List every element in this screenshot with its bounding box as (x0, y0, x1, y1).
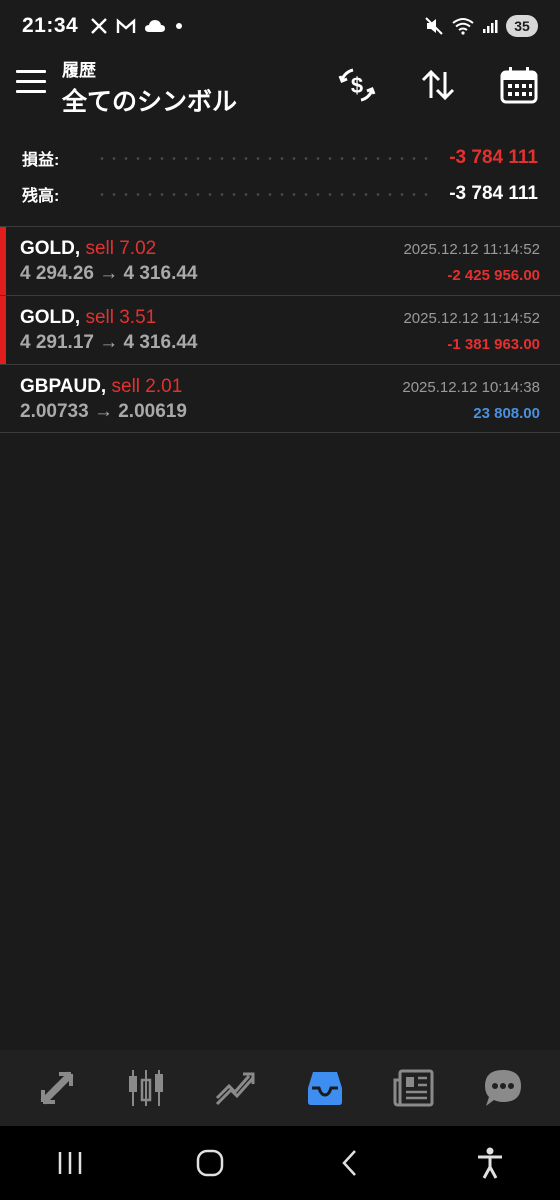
divider (0, 432, 560, 433)
nav-trade[interactable] (205, 1060, 265, 1116)
deal-row[interactable]: GOLD, sell 7.02 4 294.26 → 4 316.44 2025… (0, 227, 560, 295)
profit-label: 損益: (22, 152, 60, 169)
status-notification-icons (90, 17, 184, 35)
deal-loss-marker (0, 227, 6, 295)
deal-time: 2025.12.12 11:14:52 (403, 241, 540, 258)
accessibility-icon (478, 1147, 502, 1179)
deal-prices: 4 294.26 → 4 316.44 (20, 263, 198, 284)
back-button[interactable] (320, 1133, 380, 1193)
dotted-leader (96, 156, 434, 160)
system-nav-bar (0, 1126, 560, 1200)
recent-apps-icon (58, 1152, 82, 1174)
currency-exchange-button[interactable]: $ (336, 64, 378, 106)
menu-icon (16, 70, 46, 73)
page-title-small: 履歴 (62, 61, 96, 80)
battery-indicator: 35 (506, 15, 538, 37)
home-icon (196, 1149, 224, 1177)
deal-profit: -1 381 963.00 (447, 336, 540, 353)
deal-prices: 2.00733 → 2.00619 (20, 401, 187, 422)
summary-balance-row: 残高: -3 784 111 (22, 179, 538, 209)
app-bar: 履歴 全てのシンボル $ (0, 52, 560, 132)
deal-time: 2025.12.12 11:14:52 (403, 310, 540, 327)
nav-chat[interactable] (473, 1060, 533, 1116)
chart-icon (128, 1070, 163, 1106)
news-icon (393, 1069, 434, 1107)
deal-prices: 4 291.17 → 4 316.44 (20, 332, 198, 353)
dotted-leader (96, 192, 434, 196)
deal-profit: 23 808.00 (473, 405, 540, 422)
quotes-icon (40, 1071, 74, 1105)
signal-icon (483, 20, 498, 33)
deal-symbol: GBPAUD, sell 2.01 (20, 376, 183, 397)
dot-icon (176, 23, 183, 29)
mute-icon (425, 17, 443, 35)
status-bar: 21:34 35 (0, 0, 560, 52)
sort-icon (421, 69, 455, 101)
page-title[interactable]: 全てのシンボル (62, 82, 237, 118)
deal-profit: -2 425 956.00 (447, 267, 540, 284)
history-icon (307, 1072, 342, 1105)
deal-time: 2025.12.12 10:14:38 (402, 379, 540, 396)
summary-profit-row: 損益: -3 784 111 (22, 143, 538, 173)
sort-button[interactable] (417, 64, 459, 106)
deal-symbol: GOLD, sell 7.02 (20, 238, 157, 259)
balance-value: -3 784 111 (449, 183, 538, 204)
nav-history[interactable] (295, 1060, 355, 1116)
home-button[interactable] (180, 1133, 240, 1193)
nav-news[interactable] (384, 1060, 444, 1116)
deal-row[interactable]: GOLD, sell 3.51 4 291.17 → 4 316.44 2025… (0, 296, 560, 364)
status-system-icons: 35 (424, 15, 538, 37)
wifi-icon (452, 18, 474, 35)
gmail-icon (117, 18, 136, 33)
balance-label: 残高: (22, 188, 60, 205)
trade-icon (216, 1072, 255, 1106)
calendar-icon (500, 67, 538, 104)
x-logo-icon (91, 18, 108, 34)
deal-row[interactable]: GBPAUD, sell 2.01 2.00733 → 2.00619 2025… (0, 365, 560, 433)
calendar-button[interactable] (498, 64, 540, 106)
currency-exchange-icon: $ (338, 68, 376, 102)
deal-side: sell 2.01 (111, 376, 183, 397)
deal-side: sell 3.51 (85, 307, 157, 328)
menu-button[interactable] (16, 70, 46, 96)
svg-text:$: $ (351, 73, 363, 98)
deal-side: sell 7.02 (85, 238, 157, 259)
nav-quotes[interactable] (27, 1060, 87, 1116)
deal-loss-marker (0, 296, 6, 364)
recent-apps-button[interactable] (40, 1133, 100, 1193)
chat-icon (485, 1070, 522, 1106)
bottom-nav (0, 1050, 560, 1126)
profit-value: -3 784 111 (449, 147, 538, 168)
back-icon (342, 1150, 356, 1176)
nav-chart[interactable] (116, 1060, 176, 1116)
cloud-icon (145, 20, 166, 32)
summary-panel: 損益: -3 784 111 残高: -3 784 111 (0, 140, 560, 226)
accessibility-button[interactable] (460, 1133, 520, 1193)
deal-symbol: GOLD, sell 3.51 (20, 307, 157, 328)
status-time: 21:34 (22, 14, 79, 37)
